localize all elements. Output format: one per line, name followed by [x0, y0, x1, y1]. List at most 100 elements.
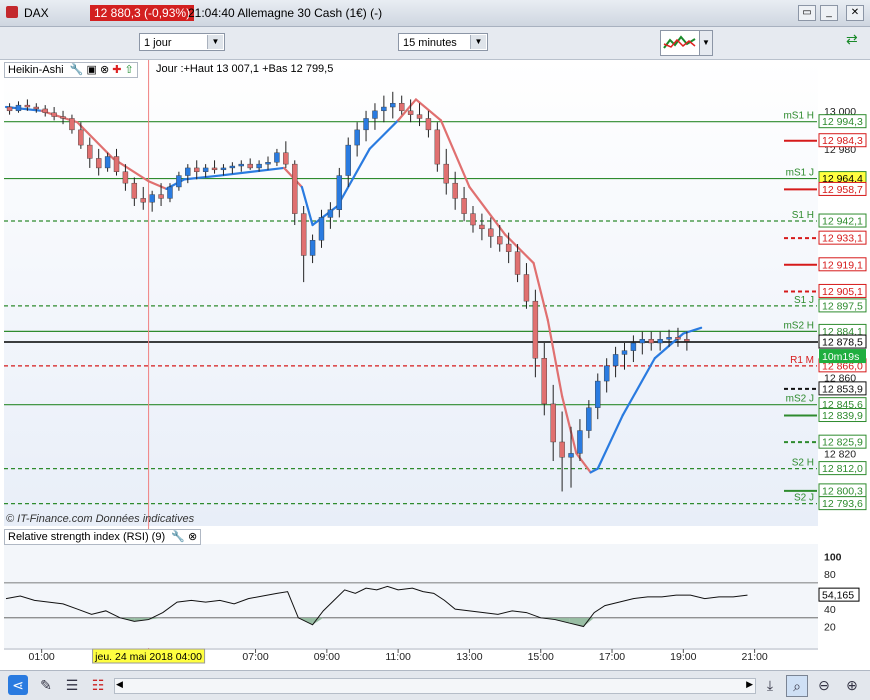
candle-body	[149, 194, 155, 203]
indicator-list-icon[interactable]: ☷	[88, 675, 108, 695]
app-logo-icon	[6, 6, 18, 18]
level-value: 12 853,9	[822, 383, 863, 395]
level-value: 12 994,3	[822, 116, 863, 128]
candle-body	[336, 175, 343, 210]
close-icon[interactable]: ⊗	[100, 64, 109, 76]
candle-body	[666, 337, 672, 340]
rsi-header: Relative strength index (RSI) (9) 🔧 ⊗	[4, 529, 202, 545]
close-icon[interactable]: ⊗	[188, 531, 197, 543]
up-arrow-icon[interactable]: ⇧	[125, 64, 134, 76]
rsi-tick-label: 20	[824, 622, 836, 634]
zoom-in-icon[interactable]: ⊕	[842, 675, 862, 695]
maximize-icon[interactable]: ▣	[86, 64, 96, 76]
plot-background	[4, 60, 818, 526]
x-tick-label: 21:00	[741, 651, 767, 663]
price-badge: 12 880,3 (-0,93%)	[90, 5, 195, 21]
wrench-icon[interactable]: 🔧	[70, 64, 84, 76]
interval-select[interactable]: 15 minutes ▼	[398, 33, 488, 51]
candle-body	[318, 217, 325, 241]
candle-body	[416, 114, 423, 119]
layout-icon[interactable]: ▭	[798, 5, 816, 21]
level-value: 12 825,9	[822, 437, 863, 449]
candle-body	[185, 167, 191, 176]
minimize-icon[interactable]: _	[820, 5, 838, 21]
list-icon[interactable]: ☰	[62, 675, 82, 695]
candle-body	[461, 198, 467, 214]
indicator-name: Heikin-Ashi	[8, 64, 64, 76]
zoom-out-icon[interactable]: ⊖	[814, 675, 834, 695]
candle-body	[274, 152, 280, 163]
chart-type-chevron-icon[interactable]: ▼	[699, 30, 713, 56]
add-icon[interactable]: ✚	[112, 64, 121, 76]
side-toolbar-icon[interactable]: ⇄	[846, 31, 866, 55]
candle-body	[87, 144, 93, 159]
candle-body	[229, 165, 236, 169]
share-icon[interactable]: ⋖	[8, 675, 28, 695]
price-chart[interactable]: mS1 H mS1 J S1 H S1 J mS2 H R1 M mS2 J S2 H S2 J…	[0, 60, 870, 670]
candle-body	[283, 152, 289, 165]
chevron-down-icon: ▼	[207, 35, 223, 49]
close-icon[interactable]: ✕	[846, 5, 864, 21]
level-label: S1 J	[794, 295, 814, 306]
candle-body	[327, 209, 334, 218]
period-select[interactable]: 1 jour ▼	[139, 33, 225, 51]
scroll-left-icon[interactable]: ◀	[116, 679, 123, 690]
candle-body	[300, 213, 307, 256]
chevron-down-icon: ▼	[470, 35, 486, 49]
drawing-tool-icon[interactable]: ✎	[36, 675, 56, 695]
candle-body	[42, 108, 48, 113]
level-label: R1 M	[790, 355, 814, 366]
candle-body	[69, 118, 75, 131]
candle-body	[176, 175, 182, 188]
candle-body	[122, 171, 129, 184]
download-icon[interactable]: ⤓	[760, 675, 780, 695]
candle-body	[684, 339, 690, 342]
candle-body	[488, 228, 494, 237]
candle-body	[211, 167, 218, 171]
countdown-label: 10m19s	[822, 351, 859, 363]
candle-body	[657, 339, 663, 344]
time-axis: 01:00 07:00 09:00 11:00 13:00 15:00 17:00 19:00…	[4, 648, 818, 664]
chart-area[interactable]: mS1 H mS1 J S1 H S1 J mS2 H R1 M mS2 J S2 H S2 J…	[0, 60, 870, 699]
level-value: 12 958,7	[822, 184, 863, 196]
candle-body	[443, 163, 449, 184]
candle-body	[113, 156, 120, 172]
candle-body	[104, 156, 111, 169]
rsi-tick-label: 100	[824, 552, 842, 564]
candle-body	[354, 129, 360, 146]
candle-body	[372, 110, 378, 119]
chart-style-icon	[663, 35, 696, 49]
scroll-right-icon[interactable]: ▶	[746, 679, 753, 690]
candle-body	[292, 163, 298, 214]
candle-body	[675, 337, 681, 340]
candle-body	[265, 162, 271, 165]
candle-body	[363, 118, 369, 131]
interval-select-value: 15 minutes	[403, 37, 457, 49]
candle-body	[158, 194, 164, 199]
candle-body	[514, 251, 521, 275]
zoom-fit-icon[interactable]: ⌕	[786, 675, 808, 697]
level-value: 12 897,5	[822, 300, 863, 312]
candle-body	[381, 106, 387, 112]
candle-body	[648, 339, 654, 344]
bottom-toolbar: ⋖ ✎ ☰ ☷ ◀ ▶ ⤓ ⌕ ⊖ ⊕	[0, 670, 870, 700]
level-label: mS2 H	[783, 320, 814, 331]
candle-body	[470, 213, 476, 226]
level-value: 12 839,9	[822, 410, 863, 422]
x-tick-label: 07:00	[242, 651, 268, 663]
x-tick-label: 01:00	[29, 651, 55, 663]
rsi-title: Relative strength index (RSI) (9)	[8, 531, 166, 543]
chart-type-button[interactable]	[660, 30, 700, 56]
y-tick-label: 12 820	[824, 448, 856, 460]
candle-body	[425, 118, 432, 131]
candle-body	[309, 240, 316, 256]
horizontal-scrollbar[interactable]: ◀ ▶	[114, 678, 756, 694]
candle-body	[639, 339, 646, 344]
level-value: 12 800,3	[822, 485, 863, 497]
level-value: 12 984,3	[822, 135, 863, 147]
candle-body	[407, 110, 414, 115]
candle-body	[398, 103, 405, 112]
wrench-icon[interactable]: 🔧	[171, 531, 185, 543]
indicator-header: Heikin-Ashi 🔧 ▣ ⊗ ✚ ⇧	[4, 62, 138, 78]
candle-body	[434, 129, 441, 165]
